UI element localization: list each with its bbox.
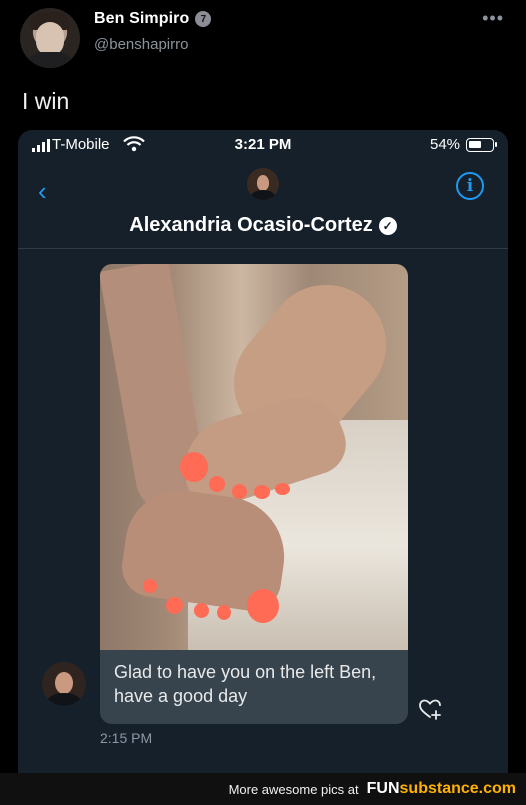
avatar-shirt xyxy=(26,52,74,68)
display-name[interactable]: Ben Simpiro xyxy=(94,10,189,28)
avatar-face xyxy=(36,22,64,56)
toenail xyxy=(180,452,208,482)
conversation-header: Alexandria Ocasio-Cortez ✓ xyxy=(18,214,508,237)
status-bar: T-Mobile 3:21 PM 54% xyxy=(18,130,508,158)
avatar[interactable] xyxy=(20,8,80,68)
battery-icon xyxy=(466,138,497,152)
message-time: 2:15 PM xyxy=(100,730,153,746)
info-icon[interactable]: i xyxy=(456,172,484,200)
brand-logo[interactable]: FUNsubstance.com xyxy=(367,780,516,798)
brand-suffix: substance.com xyxy=(399,780,516,797)
toenail xyxy=(247,589,279,623)
user-handle[interactable]: @benshapirro xyxy=(94,36,188,53)
watermark-bar: More awesome pics at FUNsubstance.com xyxy=(0,773,526,805)
tweet-author[interactable]: Ben Simpiro 7 xyxy=(94,10,212,28)
toenail xyxy=(194,603,209,618)
chevron-left-icon[interactable]: ‹ xyxy=(38,176,47,207)
toenail xyxy=(143,579,157,593)
battery-percent: 54% xyxy=(430,136,461,153)
toenail xyxy=(275,483,290,495)
heart-plus-icon[interactable] xyxy=(418,698,442,720)
verified-badge-icon: ✓ xyxy=(378,216,397,235)
watermark-text: More awesome pics at xyxy=(228,781,359,797)
sender-avatar[interactable] xyxy=(42,662,86,706)
toenail xyxy=(166,597,183,614)
toenail xyxy=(217,605,231,620)
contact-name: Alexandria Ocasio-Cortez xyxy=(129,214,373,236)
contact-avatar[interactable] xyxy=(247,168,279,200)
toenail xyxy=(209,476,225,492)
embedded-screenshot: T-Mobile 3:21 PM 54% ‹ i Alexandria Ocas… xyxy=(18,130,508,790)
toenail xyxy=(232,484,247,499)
ellipsis-icon[interactable]: ••• xyxy=(482,8,504,29)
tweet-text: I win xyxy=(22,88,70,114)
brand-prefix: FUN xyxy=(366,780,400,797)
toenail xyxy=(254,485,270,499)
badge-icon: 7 xyxy=(195,11,212,27)
message-bubble[interactable]: Glad to have you on the left Ben, have a… xyxy=(100,650,408,724)
message-photo[interactable] xyxy=(100,264,408,650)
header-divider xyxy=(18,248,508,249)
